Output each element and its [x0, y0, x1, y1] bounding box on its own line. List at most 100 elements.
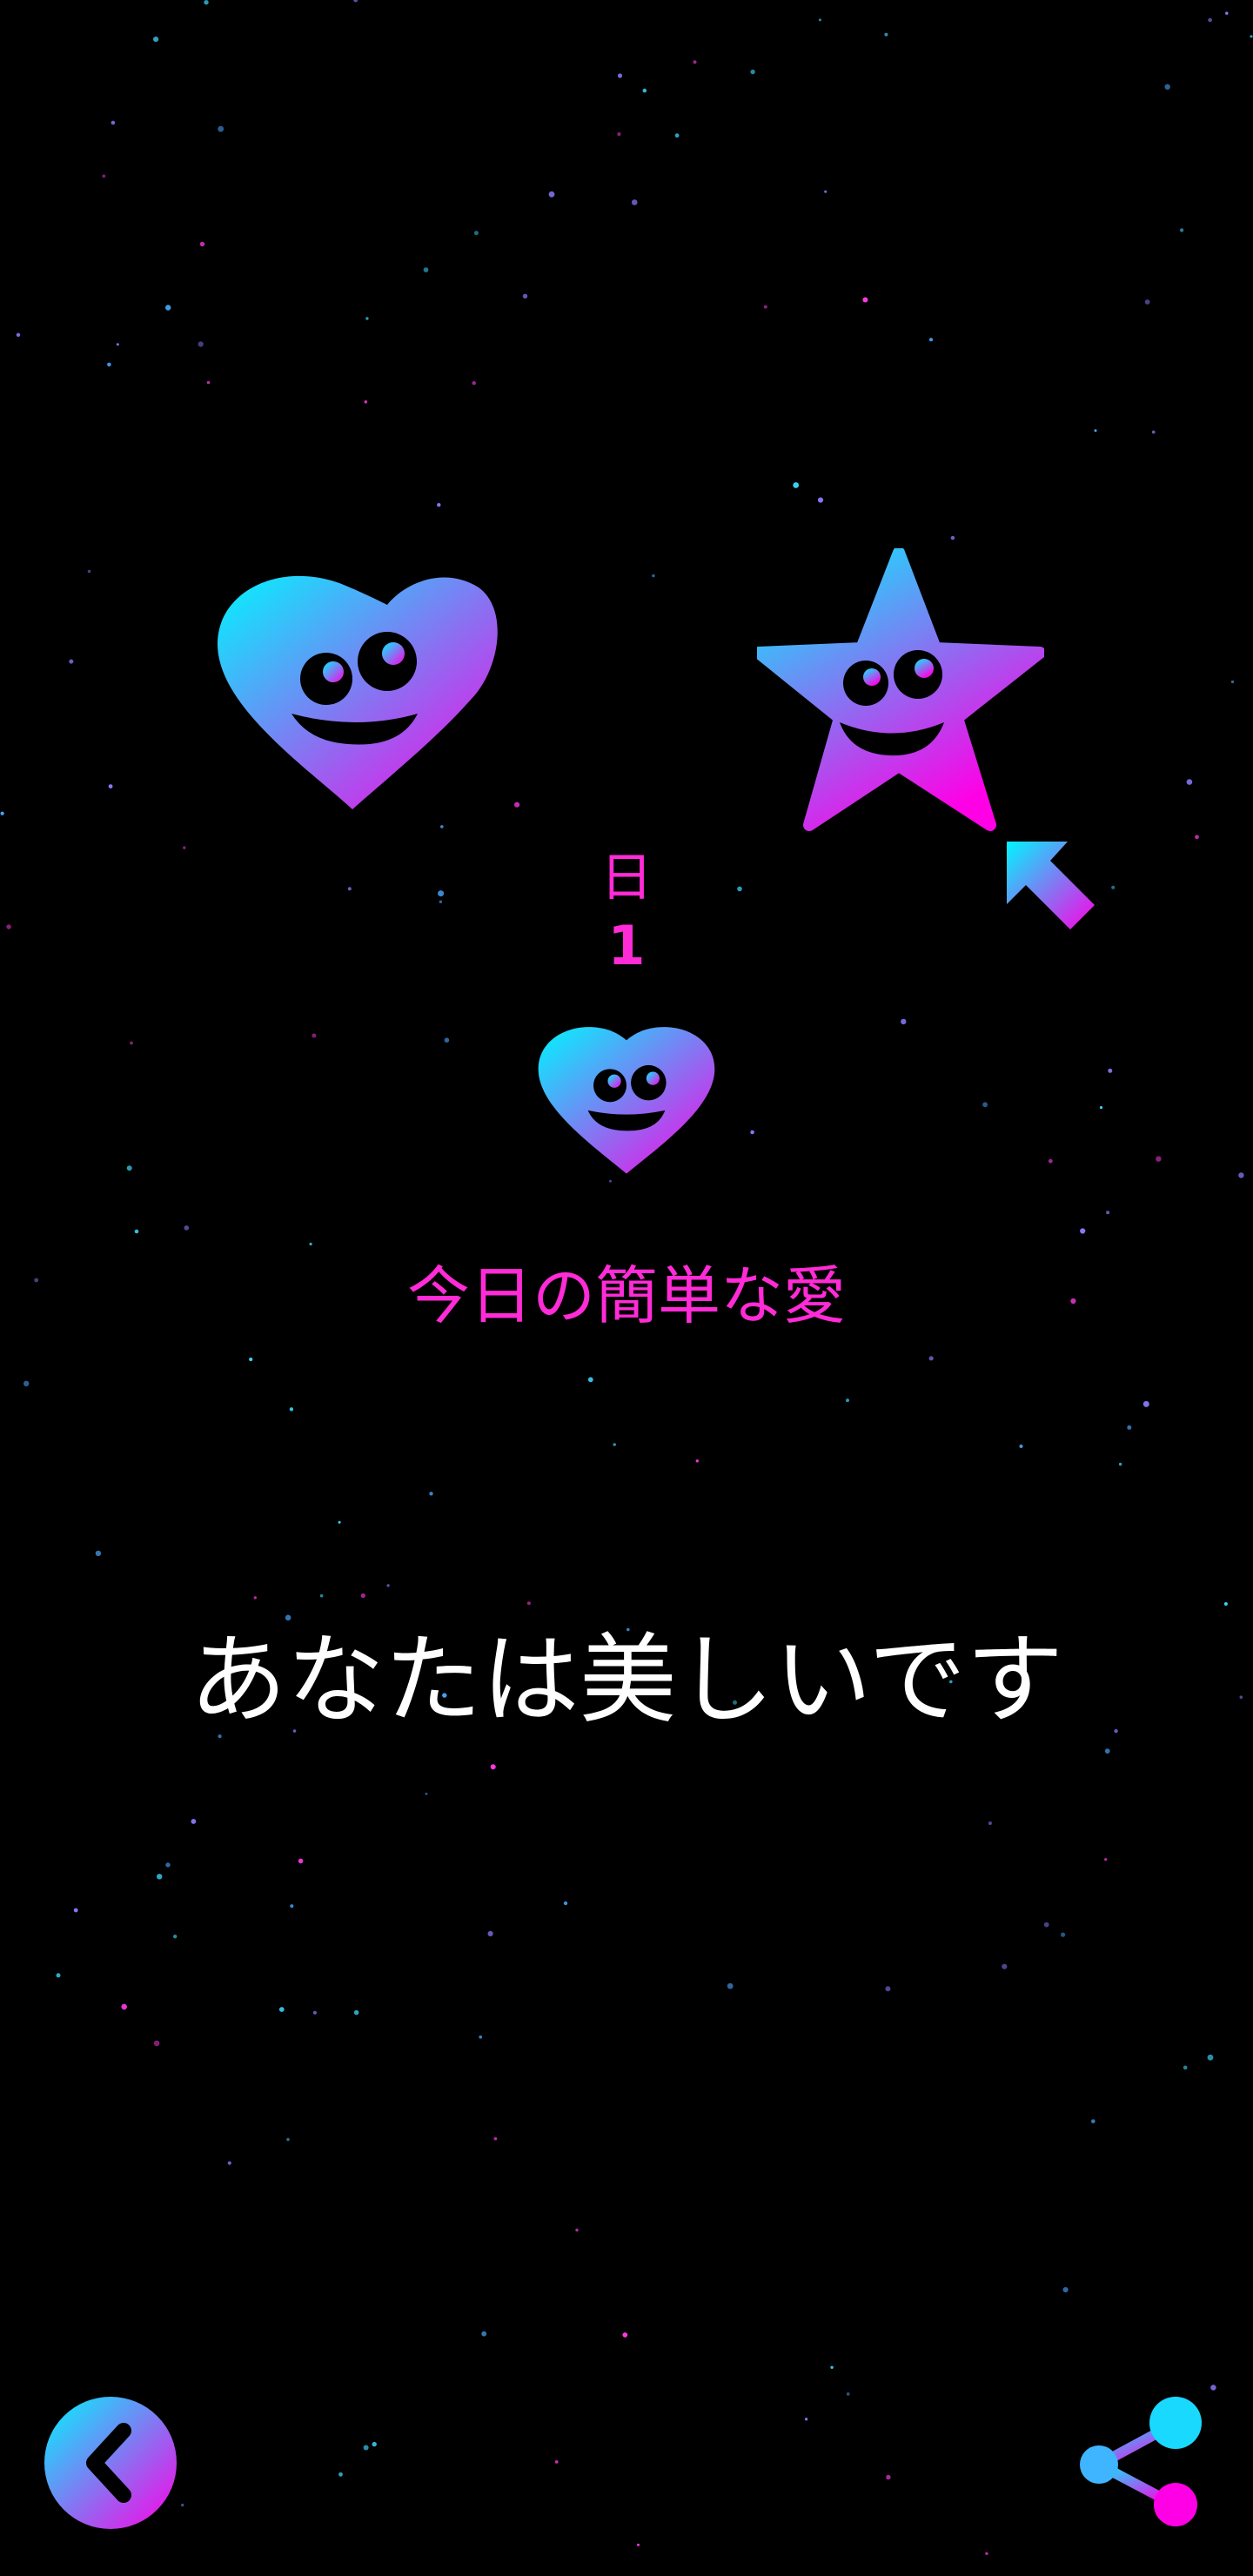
star-dot: [198, 341, 204, 347]
star-dot: [95, 1550, 102, 1557]
star-dot: [1142, 1400, 1149, 1407]
star-dot: [121, 2003, 127, 2010]
star-dot: [1106, 1211, 1110, 1215]
star-dot: [862, 297, 868, 303]
star-dot: [1179, 228, 1184, 232]
star-dot: [444, 1037, 450, 1043]
star-dot: [1156, 1156, 1162, 1162]
star-dot: [1091, 2119, 1096, 2123]
star-dot: [1208, 17, 1212, 23]
star-dot: [130, 1041, 133, 1045]
star-dot: [487, 1930, 493, 1936]
star-dot: [563, 1901, 568, 1906]
share-icon: [1080, 2397, 1202, 2526]
star-dot: [793, 482, 800, 488]
star-dot: [824, 190, 828, 193]
star-dot: [846, 1399, 849, 1403]
star-dot: [1104, 1748, 1110, 1754]
star-dot: [69, 659, 74, 664]
star-dot: [901, 1018, 907, 1025]
star-dot: [622, 2332, 628, 2338]
star-dot: [386, 1584, 390, 1587]
back-button[interactable]: [44, 2396, 178, 2530]
star-dot: [575, 2228, 579, 2232]
star-dot: [429, 1492, 433, 1496]
star-dot: [290, 1904, 294, 1909]
star-dot: [763, 305, 767, 309]
star-dot: [846, 2392, 850, 2396]
star-dot: [173, 1935, 178, 1939]
star-dot: [111, 120, 116, 125]
star-dot: [206, 380, 211, 385]
star-dot: [204, 0, 209, 5]
star-dot: [1099, 1106, 1103, 1110]
heart-character-small-icon: [538, 1027, 715, 1174]
star-dot: [1062, 2287, 1069, 2293]
love-message: あなたは美しいです: [189, 1624, 1064, 1737]
star-character-icon: [757, 548, 1044, 831]
star-dot: [1225, 11, 1229, 15]
heart-character-icon: [218, 575, 498, 809]
star-dot: [312, 2010, 317, 2015]
star-dot: [950, 535, 955, 540]
star-dot: [87, 569, 91, 574]
star-dot: [102, 174, 106, 178]
star-dot: [1186, 779, 1193, 785]
star-dot: [249, 1357, 253, 1362]
star-dot: [982, 1102, 988, 1108]
star-dot: [23, 1380, 30, 1387]
star-dot: [253, 1596, 257, 1600]
star-dot: [1238, 1172, 1244, 1178]
star-dot: [631, 199, 638, 205]
star-dot: [473, 231, 479, 236]
star-dot: [1080, 1228, 1086, 1234]
star-dot: [928, 1356, 934, 1361]
star-dot: [108, 784, 113, 788]
star-dot: [278, 2007, 285, 2012]
star-dot: [1183, 2065, 1188, 2070]
star-dot: [1094, 429, 1097, 433]
star-dot: [73, 1908, 78, 1913]
star-dot: [165, 1862, 171, 1868]
star-dot: [1151, 430, 1156, 434]
star-dot: [353, 2009, 359, 2016]
star-dot: [830, 2365, 834, 2369]
star-dot: [617, 73, 623, 78]
star-dot: [1019, 1444, 1023, 1448]
star-dot: [479, 2035, 482, 2039]
star-dot: [312, 1033, 317, 1038]
star-dot: [1164, 84, 1170, 91]
star-dot: [360, 1593, 365, 1599]
star-dot: [1207, 2054, 1214, 2061]
star-dot: [298, 1858, 304, 1864]
day-number: 1: [607, 914, 646, 977]
star-dot: [548, 191, 555, 198]
star-dot: [1104, 1858, 1108, 1862]
star-dot: [425, 1792, 428, 1795]
star-dot: [227, 2161, 231, 2165]
daily-love-title: 今日の簡単な愛: [406, 1259, 846, 1332]
star-dot: [440, 825, 444, 828]
star-dot: [727, 1982, 734, 1989]
star-dot: [652, 574, 655, 578]
share-button[interactable]: [1075, 2393, 1205, 2532]
star-dot: [1048, 1158, 1053, 1164]
star-dot: [985, 2552, 988, 2555]
star-dot: [365, 317, 369, 320]
star-dot: [1108, 1068, 1113, 1073]
star-dot: [522, 293, 528, 299]
star-dot: [750, 69, 755, 75]
star-dot: [184, 1225, 190, 1231]
star-dot: [609, 1179, 612, 1183]
star-dot: [134, 1229, 139, 1234]
star-dot: [493, 2137, 498, 2141]
star-dot: [353, 0, 358, 3]
day-label: 日: [600, 848, 653, 909]
star-dot: [165, 305, 171, 311]
star-dot: [126, 1165, 132, 1171]
star-dot: [514, 802, 520, 808]
star-dot: [338, 1520, 341, 1524]
star-dot: [289, 1407, 294, 1412]
star-dot: [481, 2331, 487, 2337]
star-dot: [364, 400, 368, 404]
